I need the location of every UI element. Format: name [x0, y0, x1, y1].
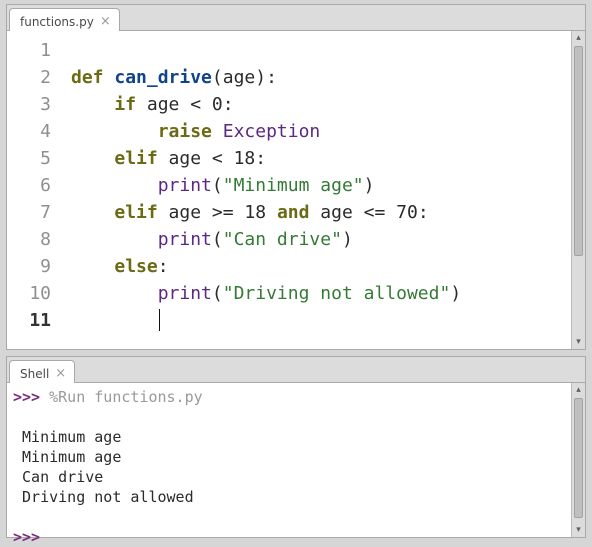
- builtin-print: print: [158, 283, 212, 304]
- line-number: 8: [7, 226, 51, 253]
- close-icon[interactable]: ×: [100, 15, 111, 28]
- shell-scrollbar[interactable]: ▴ ▾: [571, 383, 585, 537]
- string-literal: "Minimum age": [223, 175, 364, 196]
- string-literal: "Can drive": [223, 229, 342, 250]
- builtin-print: print: [158, 229, 212, 250]
- shell-text-area[interactable]: >>> %Run functions.py Minimum age Minimu…: [7, 383, 571, 537]
- keyword-else: else: [114, 256, 157, 277]
- editor-tab[interactable]: functions.py ×: [9, 8, 120, 32]
- shell-pane: Shell × >>> %Run functions.py Minimum ag…: [6, 356, 586, 538]
- editor-content: 1 2 3 4 5 6 7 8 9 10 11 def can_drive(ag…: [7, 31, 585, 349]
- builtin-exception: Exception: [223, 121, 321, 142]
- builtin-print: print: [158, 175, 212, 196]
- close-icon[interactable]: ×: [55, 367, 66, 380]
- shell-tab-label: Shell: [20, 367, 49, 381]
- line-number: 2: [7, 64, 51, 91]
- line-number: 6: [7, 172, 51, 199]
- shell-prompt: >>>: [13, 388, 40, 406]
- scroll-down-icon[interactable]: ▾: [572, 335, 585, 349]
- line-number: 5: [7, 145, 51, 172]
- shell-prompt: >>>: [13, 528, 40, 546]
- shell-output-line: Minimum age: [22, 428, 121, 446]
- editor-tab-label: functions.py: [20, 15, 94, 29]
- line-number: 9: [7, 253, 51, 280]
- editor-scrollbar[interactable]: ▴ ▾: [571, 31, 585, 349]
- line-number: 4: [7, 118, 51, 145]
- line-number: 10: [7, 280, 51, 307]
- line-number-gutter: 1 2 3 4 5 6 7 8 9 10 11: [7, 31, 65, 349]
- keyword-and: and: [277, 202, 310, 223]
- keyword-raise: raise: [158, 121, 212, 142]
- line-number: 1: [7, 37, 51, 64]
- shell-run-command: %Run functions.py: [40, 388, 203, 406]
- editor-pane: functions.py × 1 2 3 4 5 6 7 8 9 10 11 d…: [6, 4, 586, 350]
- scroll-up-icon[interactable]: ▴: [572, 31, 585, 45]
- shell-output-line: Minimum age: [22, 448, 121, 466]
- text-caret: [159, 309, 160, 331]
- shell-output-line: Can drive: [22, 468, 103, 486]
- keyword-def: def: [71, 67, 104, 88]
- keyword-elif: elif: [114, 202, 157, 223]
- code-area[interactable]: def can_drive(age): if age < 0: raise Ex…: [65, 31, 571, 349]
- keyword-elif: elif: [114, 148, 157, 169]
- function-name: can_drive: [114, 67, 212, 88]
- keyword-if: if: [114, 94, 136, 115]
- string-literal: "Driving not allowed": [223, 283, 451, 304]
- scroll-down-icon[interactable]: ▾: [572, 523, 585, 537]
- line-number: 7: [7, 199, 51, 226]
- shell-tab[interactable]: Shell ×: [9, 360, 75, 384]
- shell-tabbar: Shell ×: [7, 357, 585, 383]
- scroll-thumb[interactable]: [574, 46, 583, 256]
- editor-tabbar: functions.py ×: [7, 5, 585, 31]
- scroll-up-icon[interactable]: ▴: [572, 383, 585, 397]
- shell-content: >>> %Run functions.py Minimum age Minimu…: [7, 383, 585, 537]
- shell-output-line: Driving not allowed: [22, 488, 194, 506]
- scroll-thumb[interactable]: [574, 398, 583, 518]
- line-number: 3: [7, 91, 51, 118]
- line-number-current: 11: [7, 307, 51, 334]
